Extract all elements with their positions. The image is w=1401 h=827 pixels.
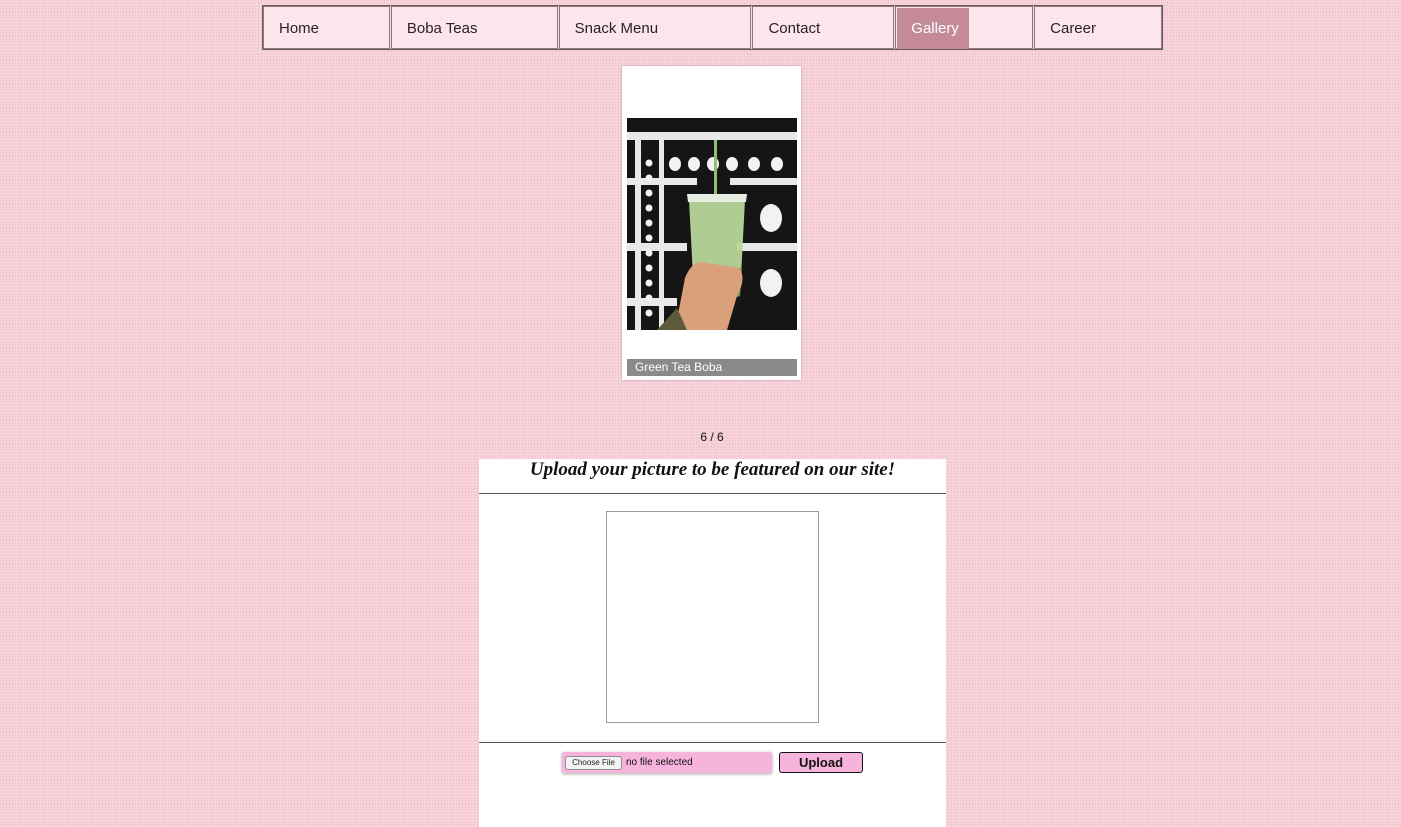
nav-career[interactable]: Career <box>1034 6 1162 49</box>
nav-snack-menu[interactable]: Snack Menu <box>558 6 752 49</box>
nav-gallery[interactable]: Gallery <box>895 6 1034 49</box>
nav-career-label: Career <box>1050 20 1096 37</box>
choose-file-button[interactable]: Choose File <box>565 756 622 770</box>
nav-home[interactable]: Home <box>263 6 390 49</box>
green-tea-boba-photo <box>627 118 797 330</box>
divider <box>479 742 946 743</box>
gallery-photo[interactable] <box>627 118 797 330</box>
photo-caption: Green Tea Boba <box>627 359 797 376</box>
nav-home-label: Home <box>279 20 320 37</box>
nav-gallery-active-highlight: Gallery <box>897 8 970 49</box>
upload-preview <box>606 511 819 723</box>
upload-panel: Upload your picture to be featured on ou… <box>479 459 946 827</box>
nav-gallery-label: Gallery <box>911 20 959 37</box>
nav-contact-label: Contact <box>768 20 821 37</box>
upload-heading: Upload your picture to be featured on ou… <box>479 459 946 494</box>
slide-counter: 6 / 6 <box>700 430 724 444</box>
nav-snack-menu-label: Snack Menu <box>574 20 659 37</box>
nav-boba-teas-label: Boba Teas <box>406 20 478 37</box>
nav-boba-teas[interactable]: Boba Teas <box>390 6 558 49</box>
main-nav: Home Boba Teas Snack Menu Contact Galler… <box>262 5 1163 50</box>
file-status-text: no file selected <box>626 757 693 768</box>
gallery-slide: Green Tea Boba <box>622 66 801 380</box>
file-input[interactable]: Choose File no file selected <box>562 752 772 773</box>
nav-contact[interactable]: Contact <box>752 6 895 49</box>
upload-button[interactable]: Upload <box>779 752 863 773</box>
